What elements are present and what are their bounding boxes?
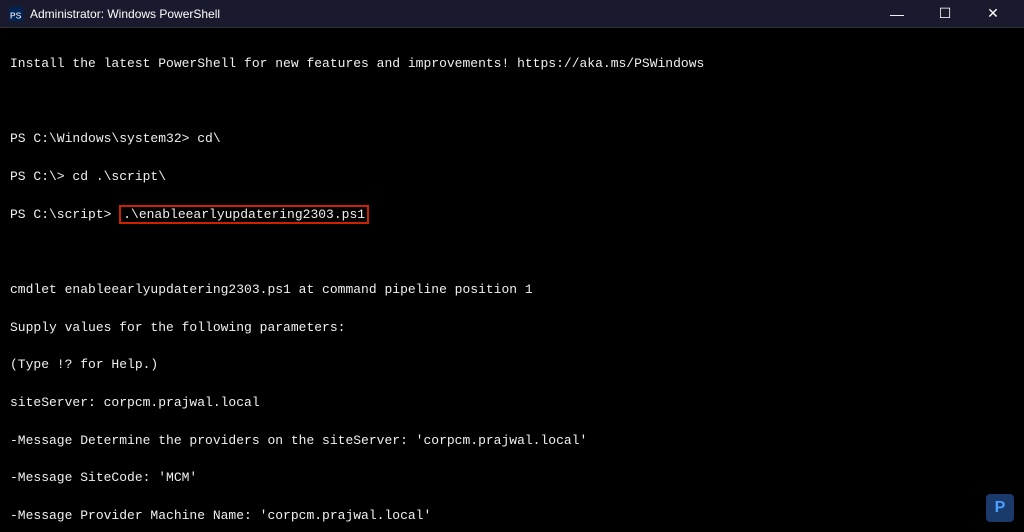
maximize-button[interactable]: ☐ [922,0,968,28]
line-site: siteServer: corpcm.prajwal.local [10,394,1014,413]
title-bar-left: PS Administrator: Windows PowerShell [8,6,220,22]
line-blank-1 [10,93,1014,112]
window-title: Administrator: Windows PowerShell [30,7,220,21]
line-cmdlet: cmdlet enableearlyupdatering2303.ps1 at … [10,281,1014,300]
line-script: PS C:\> cd .\script\ [10,168,1014,187]
line-cmd: PS C:\script> .\enableearlyupdatering230… [10,206,1014,225]
close-button[interactable]: ✕ [970,0,1016,28]
line-blank-2 [10,243,1014,262]
line-1: Install the latest PowerShell for new fe… [10,55,1014,74]
line-supply: Supply values for the following paramete… [10,319,1014,338]
prajwal-logo: P [986,494,1014,522]
line-msg1: -Message Determine the providers on the … [10,432,1014,451]
powershell-icon: PS [8,6,24,22]
console-output: Install the latest PowerShell for new fe… [10,36,1014,532]
line-cd: PS C:\Windows\system32> cd\ [10,130,1014,149]
line-msg2: -Message SiteCode: 'MCM' [10,469,1014,488]
window-controls: — ☐ ✕ [874,0,1016,28]
line-type: (Type !? for Help.) [10,356,1014,375]
svg-text:PS: PS [10,10,22,21]
minimize-button[interactable]: — [874,0,920,28]
line-msg3: -Message Provider Machine Name: 'corpcm.… [10,507,1014,526]
highlighted-command: .\enableearlyupdatering2303.ps1 [119,205,369,224]
console-area[interactable]: Install the latest PowerShell for new fe… [0,28,1024,532]
title-bar: PS Administrator: Windows PowerShell — ☐… [0,0,1024,28]
